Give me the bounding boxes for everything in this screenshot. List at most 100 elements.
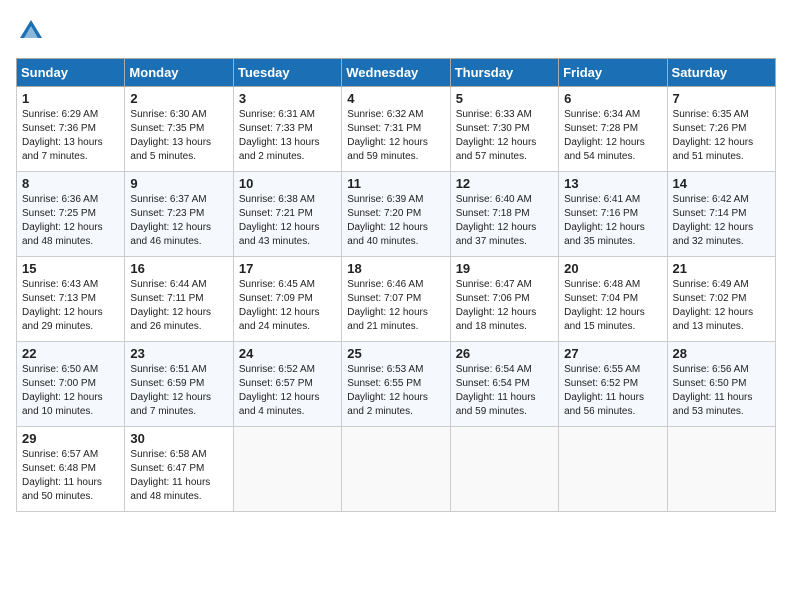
col-header-thursday: Thursday xyxy=(450,59,558,87)
calendar-cell: 13 Sunrise: 6:41 AMSunset: 7:16 PMDayligh… xyxy=(559,172,667,257)
week-row-4: 22 Sunrise: 6:50 AMSunset: 7:00 PMDayligh… xyxy=(17,342,776,427)
day-info: Sunrise: 6:56 AMSunset: 6:50 PMDaylight:… xyxy=(673,364,753,417)
calendar-cell xyxy=(342,427,450,512)
calendar-table: SundayMondayTuesdayWednesdayThursdayFrid… xyxy=(16,58,776,512)
day-info: Sunrise: 6:49 AMSunset: 7:02 PMDaylight:… xyxy=(673,279,754,332)
logo xyxy=(16,16,50,46)
day-info: Sunrise: 6:40 AMSunset: 7:18 PMDaylight:… xyxy=(456,194,537,247)
day-number: 8 xyxy=(22,176,119,191)
day-info: Sunrise: 6:32 AMSunset: 7:31 PMDaylight:… xyxy=(347,109,428,162)
day-info: Sunrise: 6:52 AMSunset: 6:57 PMDaylight:… xyxy=(239,364,320,417)
calendar-cell xyxy=(667,427,775,512)
day-number: 29 xyxy=(22,431,119,446)
calendar-cell: 25 Sunrise: 6:53 AMSunset: 6:55 PMDayligh… xyxy=(342,342,450,427)
calendar-cell: 29Sunrise: 6:57 AMSunset: 6:48 PMDayligh… xyxy=(17,427,125,512)
day-number: 16 xyxy=(130,261,227,276)
col-header-tuesday: Tuesday xyxy=(233,59,341,87)
day-info: Sunrise: 6:39 AMSunset: 7:20 PMDaylight:… xyxy=(347,194,428,247)
day-number: 13 xyxy=(564,176,661,191)
col-header-saturday: Saturday xyxy=(667,59,775,87)
day-number: 6 xyxy=(564,91,661,106)
day-number: 3 xyxy=(239,91,336,106)
day-info: Sunrise: 6:34 AMSunset: 7:28 PMDaylight:… xyxy=(564,109,645,162)
calendar-cell: 1 Sunrise: 6:29 AMSunset: 7:36 PMDaylight… xyxy=(17,87,125,172)
calendar-cell: 2 Sunrise: 6:30 AMSunset: 7:35 PMDaylight… xyxy=(125,87,233,172)
calendar-cell xyxy=(233,427,341,512)
calendar-cell: 10Sunrise: 6:38 AMSunset: 7:21 PMDayligh… xyxy=(233,172,341,257)
week-row-1: 1 Sunrise: 6:29 AMSunset: 7:36 PMDaylight… xyxy=(17,87,776,172)
day-number: 14 xyxy=(673,176,770,191)
calendar-cell: 12 Sunrise: 6:40 AMSunset: 7:18 PMDayligh… xyxy=(450,172,558,257)
day-info: Sunrise: 6:53 AMSunset: 6:55 PMDaylight:… xyxy=(347,364,428,417)
calendar-cell: 27Sunrise: 6:55 AMSunset: 6:52 PMDayligh… xyxy=(559,342,667,427)
calendar-cell: 20 Sunrise: 6:48 AMSunset: 7:04 PMDayligh… xyxy=(559,257,667,342)
col-header-friday: Friday xyxy=(559,59,667,87)
week-row-2: 8 Sunrise: 6:36 AMSunset: 7:25 PMDaylight… xyxy=(17,172,776,257)
day-info: Sunrise: 6:47 AMSunset: 7:06 PMDaylight:… xyxy=(456,279,537,332)
day-number: 24 xyxy=(239,346,336,361)
week-row-5: 29Sunrise: 6:57 AMSunset: 6:48 PMDayligh… xyxy=(17,427,776,512)
day-info: Sunrise: 6:45 AMSunset: 7:09 PMDaylight:… xyxy=(239,279,320,332)
day-number: 1 xyxy=(22,91,119,106)
calendar-cell: 19 Sunrise: 6:47 AMSunset: 7:06 PMDayligh… xyxy=(450,257,558,342)
day-info: Sunrise: 6:42 AMSunset: 7:14 PMDaylight:… xyxy=(673,194,754,247)
calendar-cell: 15 Sunrise: 6:43 AMSunset: 7:13 PMDayligh… xyxy=(17,257,125,342)
calendar-cell: 16Sunrise: 6:44 AMSunset: 7:11 PMDayligh… xyxy=(125,257,233,342)
day-info: Sunrise: 6:33 AMSunset: 7:30 PMDaylight:… xyxy=(456,109,537,162)
day-number: 22 xyxy=(22,346,119,361)
page-header xyxy=(16,16,776,46)
day-info: Sunrise: 6:30 AMSunset: 7:35 PMDaylight:… xyxy=(130,109,211,162)
day-number: 11 xyxy=(347,176,444,191)
day-number: 28 xyxy=(673,346,770,361)
calendar-cell: 17 Sunrise: 6:45 AMSunset: 7:09 PMDayligh… xyxy=(233,257,341,342)
calendar-cell: 21 Sunrise: 6:49 AMSunset: 7:02 PMDayligh… xyxy=(667,257,775,342)
calendar-cell: 14 Sunrise: 6:42 AMSunset: 7:14 PMDayligh… xyxy=(667,172,775,257)
day-number: 27 xyxy=(564,346,661,361)
calendar-cell: 18 Sunrise: 6:46 AMSunset: 7:07 PMDayligh… xyxy=(342,257,450,342)
day-number: 2 xyxy=(130,91,227,106)
day-number: 25 xyxy=(347,346,444,361)
day-info: Sunrise: 6:48 AMSunset: 7:04 PMDaylight:… xyxy=(564,279,645,332)
calendar-cell: 11 Sunrise: 6:39 AMSunset: 7:20 PMDayligh… xyxy=(342,172,450,257)
day-info: Sunrise: 6:50 AMSunset: 7:00 PMDaylight:… xyxy=(22,364,103,417)
day-number: 12 xyxy=(456,176,553,191)
day-info: Sunrise: 6:41 AMSunset: 7:16 PMDaylight:… xyxy=(564,194,645,247)
col-header-sunday: Sunday xyxy=(17,59,125,87)
day-number: 20 xyxy=(564,261,661,276)
day-number: 30 xyxy=(130,431,227,446)
day-number: 15 xyxy=(22,261,119,276)
day-info: Sunrise: 6:58 AMSunset: 6:47 PMDaylight:… xyxy=(130,449,210,502)
day-info: Sunrise: 6:36 AMSunset: 7:25 PMDaylight:… xyxy=(22,194,103,247)
day-info: Sunrise: 6:51 AMSunset: 6:59 PMDaylight:… xyxy=(130,364,211,417)
calendar-cell: 30 Sunrise: 6:58 AMSunset: 6:47 PMDayligh… xyxy=(125,427,233,512)
day-info: Sunrise: 6:37 AMSunset: 7:23 PMDaylight:… xyxy=(130,194,211,247)
calendar-cell: 28 Sunrise: 6:56 AMSunset: 6:50 PMDayligh… xyxy=(667,342,775,427)
calendar-cell: 23 Sunrise: 6:51 AMSunset: 6:59 PMDayligh… xyxy=(125,342,233,427)
day-number: 17 xyxy=(239,261,336,276)
day-number: 19 xyxy=(456,261,553,276)
calendar-cell: 24 Sunrise: 6:52 AMSunset: 6:57 PMDayligh… xyxy=(233,342,341,427)
day-info: Sunrise: 6:29 AMSunset: 7:36 PMDaylight:… xyxy=(22,109,103,162)
week-row-3: 15 Sunrise: 6:43 AMSunset: 7:13 PMDayligh… xyxy=(17,257,776,342)
calendar-cell xyxy=(450,427,558,512)
col-header-wednesday: Wednesday xyxy=(342,59,450,87)
day-number: 10 xyxy=(239,176,336,191)
day-number: 4 xyxy=(347,91,444,106)
day-number: 21 xyxy=(673,261,770,276)
day-number: 26 xyxy=(456,346,553,361)
day-info: Sunrise: 6:35 AMSunset: 7:26 PMDaylight:… xyxy=(673,109,754,162)
day-number: 7 xyxy=(673,91,770,106)
day-info: Sunrise: 6:31 AMSunset: 7:33 PMDaylight:… xyxy=(239,109,320,162)
day-number: 23 xyxy=(130,346,227,361)
col-header-monday: Monday xyxy=(125,59,233,87)
day-number: 18 xyxy=(347,261,444,276)
calendar-cell: 22 Sunrise: 6:50 AMSunset: 7:00 PMDayligh… xyxy=(17,342,125,427)
day-info: Sunrise: 6:54 AMSunset: 6:54 PMDaylight:… xyxy=(456,364,536,417)
logo-icon xyxy=(16,16,46,46)
day-info: Sunrise: 6:43 AMSunset: 7:13 PMDaylight:… xyxy=(22,279,103,332)
calendar-cell: 26 Sunrise: 6:54 AMSunset: 6:54 PMDayligh… xyxy=(450,342,558,427)
header-row: SundayMondayTuesdayWednesdayThursdayFrid… xyxy=(17,59,776,87)
day-info: Sunrise: 6:46 AMSunset: 7:07 PMDaylight:… xyxy=(347,279,428,332)
calendar-cell: 3 Sunrise: 6:31 AMSunset: 7:33 PMDaylight… xyxy=(233,87,341,172)
day-number: 9 xyxy=(130,176,227,191)
